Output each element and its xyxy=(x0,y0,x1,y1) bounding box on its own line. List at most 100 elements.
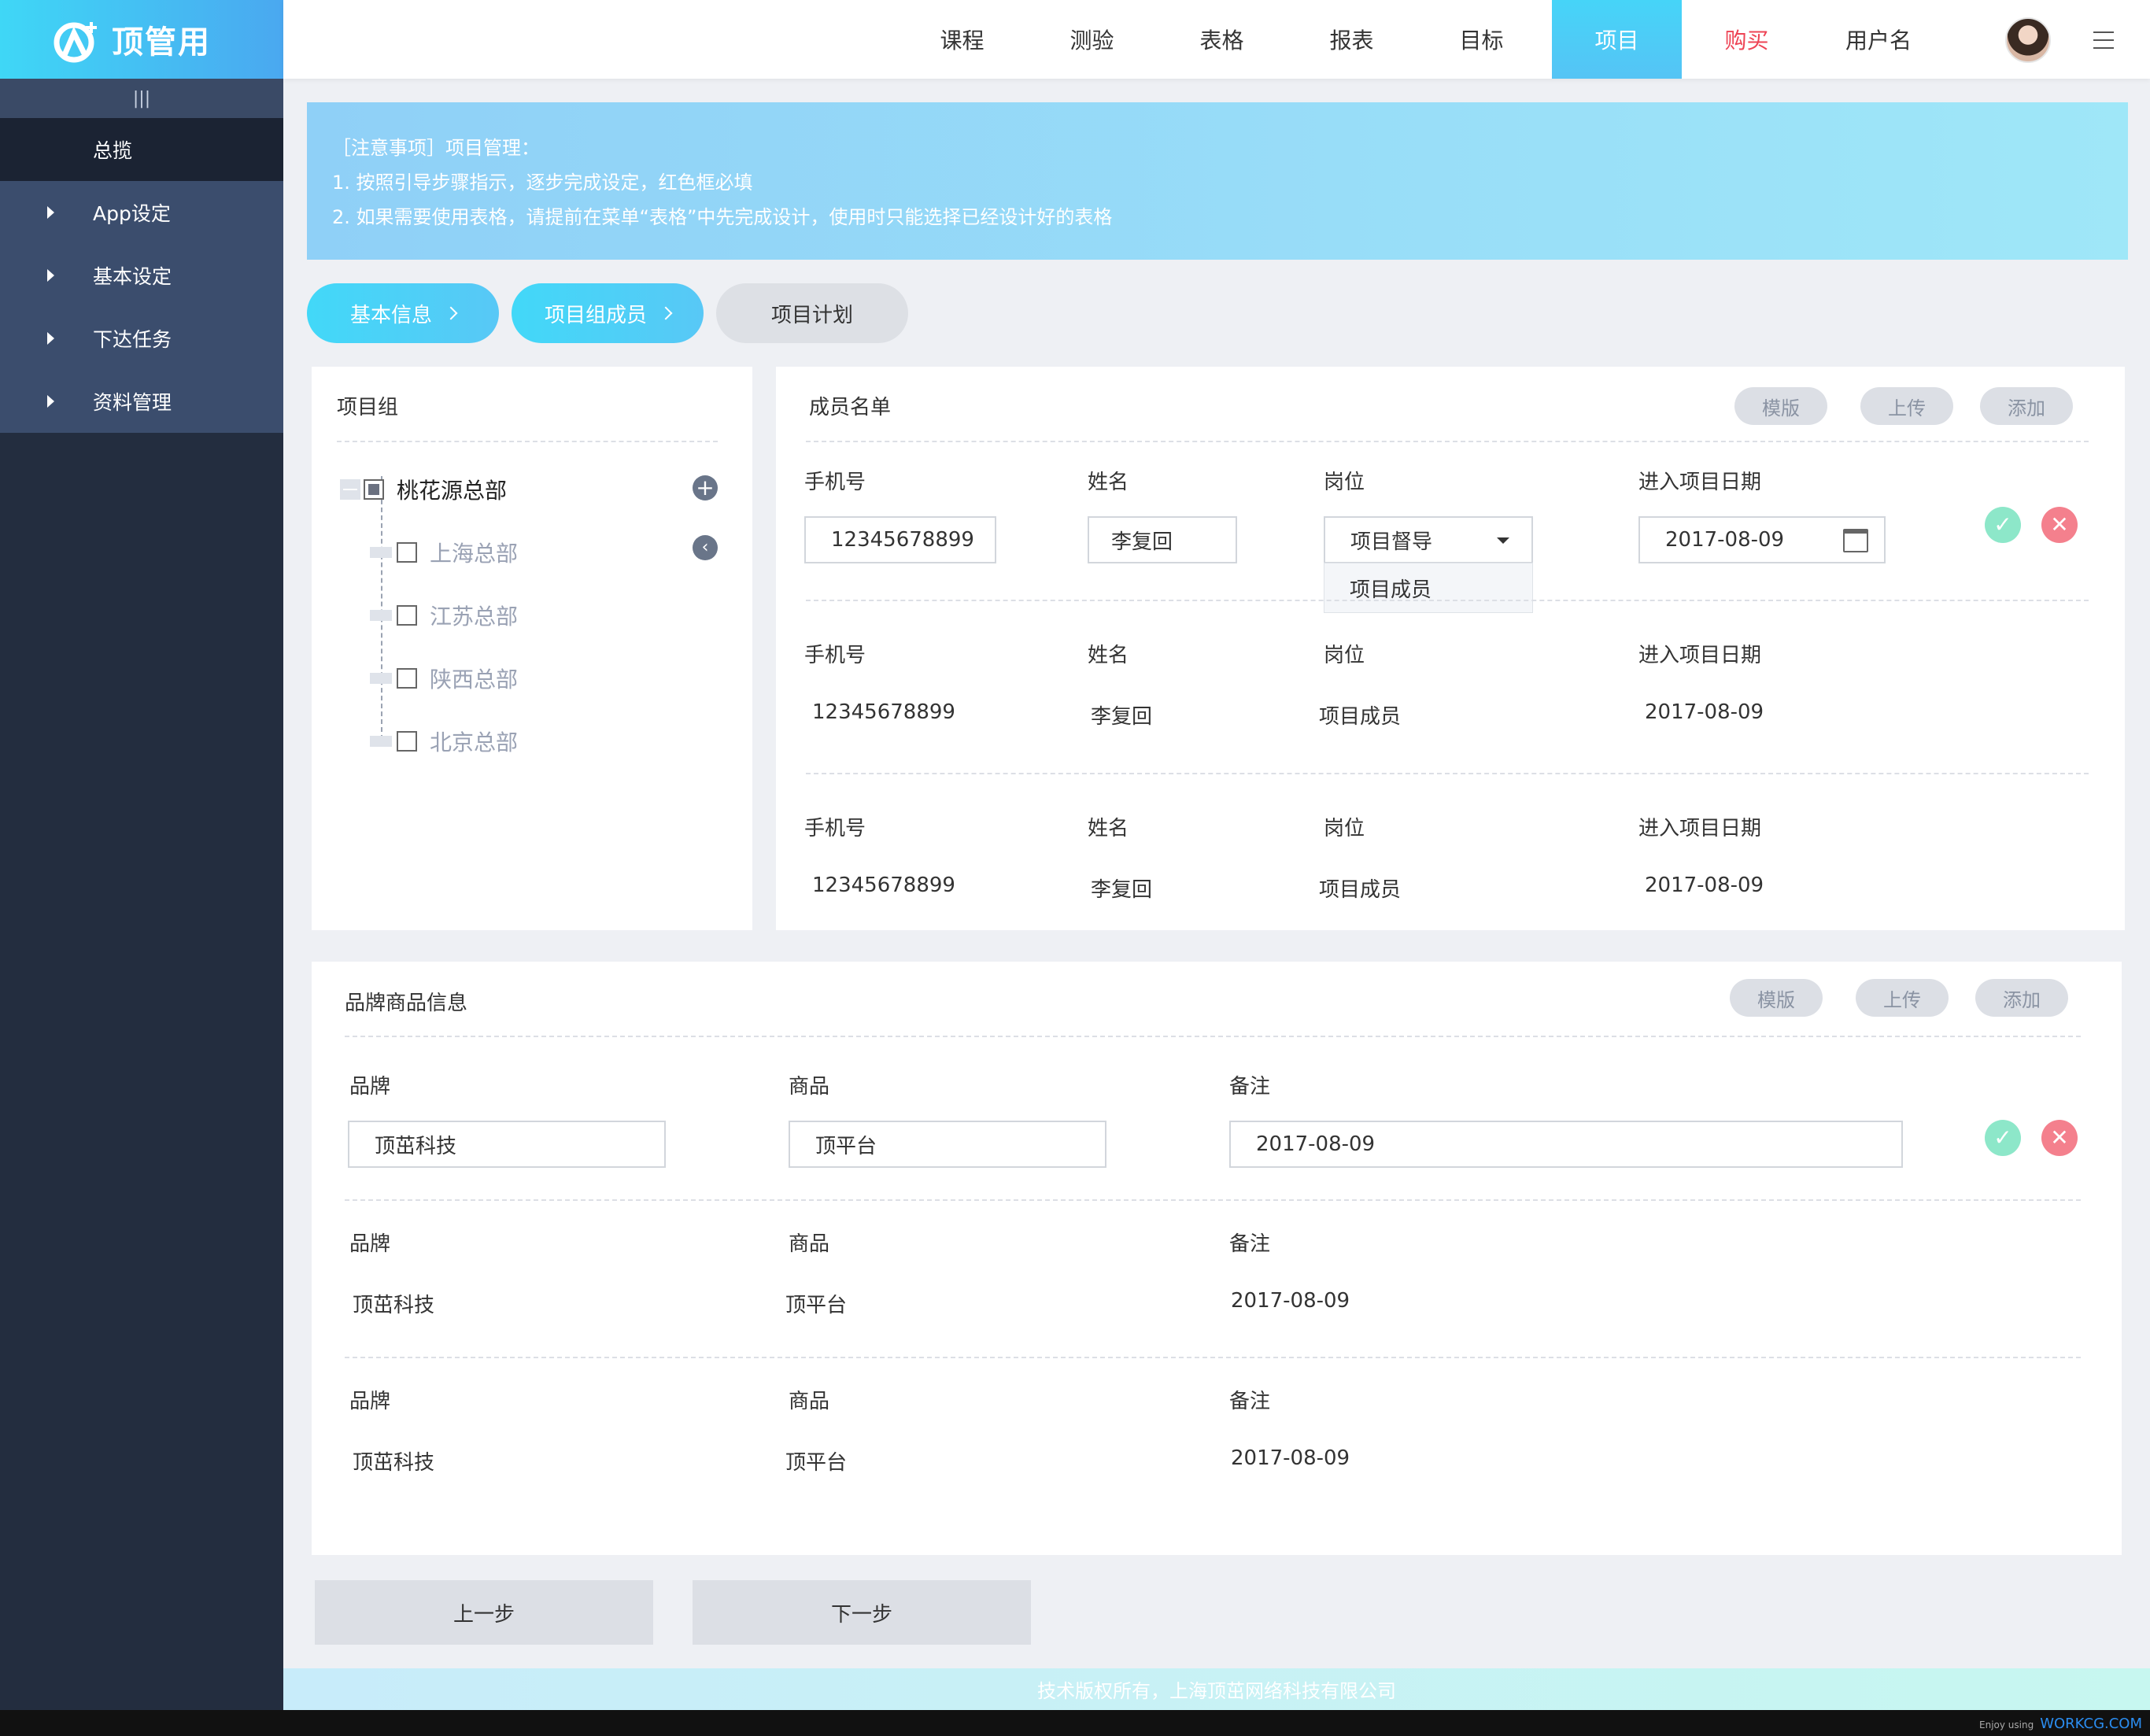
confirm-icon[interactable]: ✓ xyxy=(1985,507,2021,543)
divider xyxy=(806,441,2089,442)
next-step-button[interactable]: 下一步 xyxy=(693,1580,1031,1645)
date-input[interactable]: 2017-08-09 xyxy=(1638,516,1886,563)
tree-node-child[interactable]: 北京总部 xyxy=(370,726,518,757)
chevron-left-circle-icon[interactable]: ‹ xyxy=(693,535,718,560)
member-position: 项目成员 xyxy=(1319,705,1402,729)
brand-label: 品牌 xyxy=(349,1390,391,1413)
nav-quiz[interactable]: 测验 xyxy=(1027,0,1157,79)
username[interactable]: 用户名 xyxy=(1845,0,1912,79)
tree-node-label: 桃花源总部 xyxy=(397,478,508,504)
member-name: 李复回 xyxy=(1091,878,1153,902)
date-label: 进入项目日期 xyxy=(1638,644,1762,667)
notice-line-2: 2. 如果需要使用表格，请提前在菜单“表格”中先完成设计，使用时只能选择已经设计… xyxy=(332,206,1113,228)
position-select[interactable]: 项目督导 xyxy=(1324,516,1533,563)
project-group-title: 项目组 xyxy=(337,396,399,419)
collapse-icon: ||| xyxy=(132,88,151,109)
member-position: 项目成员 xyxy=(1319,878,1402,902)
top-navbar: 课程 测验 表格 报表 目标 项目 购买 用户名 xyxy=(283,0,2150,79)
tree-checkbox[interactable] xyxy=(364,479,384,500)
sidebar-item-documents[interactable]: 资料管理 xyxy=(0,370,283,433)
template-button[interactable]: 模版 xyxy=(1734,387,1827,425)
nav-goals[interactable]: 目标 xyxy=(1417,0,1546,79)
step-project-members[interactable]: 项目组成员 xyxy=(512,283,704,343)
add-circle-icon[interactable]: + xyxy=(693,475,718,500)
sidebar-item-label: 总揽 xyxy=(93,139,133,162)
tree-checkbox[interactable] xyxy=(397,605,417,626)
tree-node-label: 陕西总部 xyxy=(430,667,519,693)
member-phone: 12345678899 xyxy=(812,700,955,724)
name-label: 姓名 xyxy=(1088,644,1129,667)
product-value: 顶平台 xyxy=(785,1451,848,1475)
footer: 技术版权所有，上海顶茁网络科技有限公司 xyxy=(283,1668,2150,1710)
avatar[interactable] xyxy=(2005,17,2051,63)
step-project-plan[interactable]: 项目计划 xyxy=(716,283,908,343)
position-dropdown-option[interactable]: 项目成员 xyxy=(1324,563,1533,613)
cancel-icon[interactable]: ✕ xyxy=(2041,507,2078,543)
phone-input[interactable]: 12345678899 xyxy=(804,516,996,563)
upload-button[interactable]: 上传 xyxy=(1856,979,1949,1017)
caret-right-icon xyxy=(47,269,54,282)
sidebar-item-label: 资料管理 xyxy=(93,391,172,414)
chevron-right-icon xyxy=(444,306,458,320)
expand-icon[interactable] xyxy=(340,479,360,500)
divider xyxy=(337,441,718,442)
add-button[interactable]: 添加 xyxy=(1975,979,2068,1017)
tree-node-child[interactable]: 江苏总部 xyxy=(370,600,518,631)
note-input[interactable]: 2017-08-09 xyxy=(1229,1121,1903,1168)
product-input[interactable]: 顶平台 xyxy=(789,1121,1106,1168)
prev-step-button[interactable]: 上一步 xyxy=(315,1580,653,1645)
tree-checkbox[interactable] xyxy=(397,668,417,689)
notice-title: ［注意事项］项目管理： xyxy=(332,137,540,159)
position-label: 岗位 xyxy=(1324,471,1365,494)
divider xyxy=(345,1199,2081,1201)
logo[interactable]: 顶管用 xyxy=(0,0,283,79)
cancel-icon[interactable]: ✕ xyxy=(2041,1120,2078,1156)
sidebar-item-app-settings[interactable]: App设定 xyxy=(0,181,283,244)
tree-node-root[interactable]: 桃花源总部 xyxy=(340,474,507,505)
nav-forms[interactable]: 表格 xyxy=(1157,0,1287,79)
nav-projects[interactable]: 项目 xyxy=(1552,0,1682,79)
upload-button[interactable]: 上传 xyxy=(1860,387,1953,425)
nav-reports[interactable]: 报表 xyxy=(1287,0,1417,79)
sidebar-collapse-toggle[interactable]: ||| xyxy=(0,79,283,118)
brand-label: 品牌 xyxy=(349,1075,391,1099)
confirm-icon[interactable]: ✓ xyxy=(1985,1120,2021,1156)
sidebar-item-tasks[interactable]: 下达任务 xyxy=(0,307,283,370)
sidebar-item-label: 基本设定 xyxy=(93,265,172,288)
tree-checkbox[interactable] xyxy=(397,542,417,563)
tree-branch xyxy=(370,673,392,684)
tree-node-child[interactable]: 陕西总部 xyxy=(370,663,518,694)
brand-label: 品牌 xyxy=(349,1232,391,1256)
add-button[interactable]: 添加 xyxy=(1980,387,2073,425)
template-button[interactable]: 模版 xyxy=(1730,979,1823,1017)
member-date: 2017-08-09 xyxy=(1645,700,1764,724)
note-value: 2017-08-09 xyxy=(1231,1446,1350,1470)
nav-buy[interactable]: 购买 xyxy=(1682,0,1812,79)
tree-branch xyxy=(370,547,392,558)
note-label: 备注 xyxy=(1229,1390,1271,1413)
step-label: 基本信息 xyxy=(349,303,432,327)
member-name: 李复回 xyxy=(1091,705,1153,729)
brand-value: 顶茁科技 xyxy=(353,1294,435,1317)
hamburger-icon[interactable] xyxy=(2093,31,2114,49)
sidebar-item-overview[interactable]: 总揽 xyxy=(0,118,283,181)
note-label: 备注 xyxy=(1229,1075,1271,1099)
brand-input[interactable]: 顶茁科技 xyxy=(348,1121,666,1168)
position-label: 岗位 xyxy=(1324,644,1365,667)
product-label: 商品 xyxy=(789,1075,830,1099)
sidebar-group: App设定 基本设定 下达任务 资料管理 xyxy=(0,181,283,433)
divider xyxy=(345,1036,2081,1037)
nav-course[interactable]: 课程 xyxy=(897,0,1027,79)
position-select-value: 项目督导 xyxy=(1350,530,1433,554)
sidebar-item-basic-settings[interactable]: 基本设定 xyxy=(0,244,283,307)
notice-line-1: 1. 按照引导步骤指示，逐步完成设定，红色框必填 xyxy=(332,172,753,194)
tree-checkbox[interactable] xyxy=(397,731,417,752)
member-phone: 12345678899 xyxy=(812,874,955,897)
bottom-strip xyxy=(0,1710,2150,1736)
step-basic-info[interactable]: 基本信息 xyxy=(307,283,499,343)
tree-node-child[interactable]: 上海总部 xyxy=(370,537,518,568)
sidebar-item-label: App设定 xyxy=(93,202,171,225)
name-input[interactable]: 李复回 xyxy=(1088,516,1237,563)
calendar-icon[interactable] xyxy=(1843,529,1868,552)
brand-value: 顶茁科技 xyxy=(353,1451,435,1475)
